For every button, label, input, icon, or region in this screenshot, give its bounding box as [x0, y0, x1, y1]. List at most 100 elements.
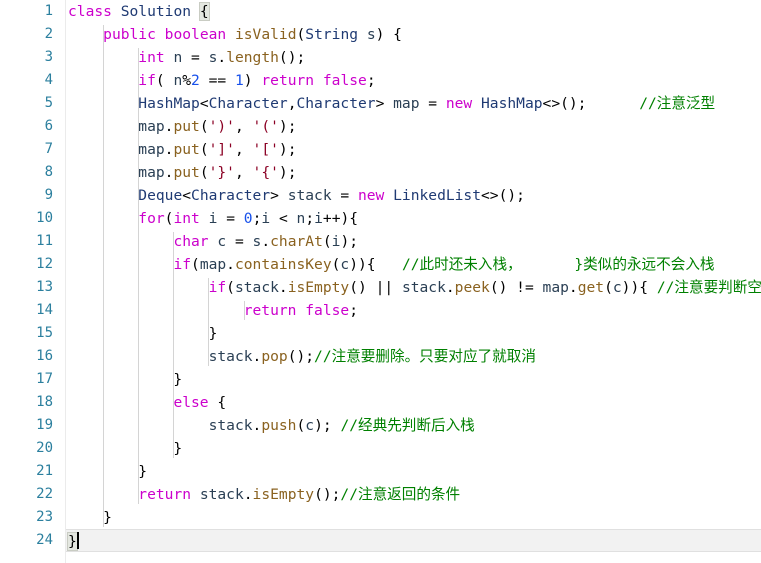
code-line[interactable]: else { [66, 391, 761, 414]
code-token-op: = [331, 187, 358, 204]
line-number-gutter[interactable]: 1 2 3 4 5 6 7 8 9 10 11 12 13 14 15 16 17 18 19 20 21 22 23 24 [0, 0, 66, 563]
code-line[interactable]: stack.pop();//注意要删除。只要对应了就取消 [66, 345, 761, 368]
code-line[interactable]: } [66, 529, 761, 552]
code-token-meth: length [226, 49, 279, 66]
code-token-op [68, 279, 209, 296]
code-line[interactable]: return false; [66, 299, 761, 322]
code-line[interactable]: int n = s.length(); [66, 46, 761, 69]
code-token-cmt: //此时还未入栈， }类似的永远不会入栈 [401, 256, 715, 273]
code-token-type: HashMap [481, 95, 543, 112]
code-token-op [191, 3, 200, 20]
code-token-op: , [234, 164, 253, 181]
code-line[interactable]: if(stack.isEmpty() || stack.peek() != ma… [66, 276, 761, 299]
code-line[interactable]: HashMap<Character,Character> map = new H… [66, 92, 761, 115]
code-line[interactable]: if( n%2 == 1) return false; [66, 69, 761, 92]
code-token-op: . [243, 486, 253, 503]
code-token-chr: '[' [252, 141, 279, 158]
code-token-id: stack [208, 348, 253, 365]
code-token-op [68, 49, 138, 66]
code-token-op [68, 394, 173, 411]
code-token-op [226, 26, 235, 43]
code-token-op: ( [604, 279, 613, 296]
code-line[interactable]: for(int i = 0;i < n;i++){ [66, 207, 761, 230]
code-token-cmt: //注意泛型 [639, 95, 716, 112]
code-token-chr: '}' [208, 164, 235, 181]
matching-brace-highlight: { [198, 2, 210, 21]
code-token-meth: put [173, 141, 200, 158]
code-token-op: } [68, 325, 218, 342]
code-token-op: (); [287, 348, 315, 365]
code-token-op: = [182, 49, 209, 66]
code-token-op: ) [243, 72, 262, 89]
code-token-cmt: //注意要判断空 [656, 279, 761, 296]
code-line[interactable]: } [66, 322, 761, 345]
line-number: 7 [44, 141, 53, 157]
code-token-op: () != [489, 279, 543, 296]
code-line[interactable]: } [66, 460, 761, 483]
code-token-id: stack [401, 279, 446, 296]
code-token-op [68, 118, 138, 135]
code-editor[interactable]: 1 2 3 4 5 6 7 8 9 10 11 12 13 14 15 16 17 18 19 20 21 22 23 24 … [0, 0, 761, 563]
code-line[interactable]: map.put(']', '['); [66, 138, 761, 161]
code-token-op: ( [199, 141, 209, 158]
line-number: 11 [36, 233, 53, 249]
code-token-op: > [270, 187, 288, 204]
code-token-op: ( [226, 279, 235, 296]
code-token-type: Solution [120, 3, 192, 20]
code-token-op: } [68, 440, 183, 457]
code-token-op [112, 3, 121, 20]
code-token-meth: isEmpty [252, 486, 315, 503]
code-line[interactable]: Deque<Character> stack = new LinkedList<… [66, 184, 761, 207]
code-line[interactable]: map.put(')', '('); [66, 115, 761, 138]
code-token-chr: '{' [252, 164, 279, 181]
code-token-op: ; [366, 72, 376, 89]
code-token-op: % [182, 72, 192, 89]
code-token-id: stack [234, 279, 279, 296]
code-token-op: = [226, 233, 253, 250]
code-token-kw: int [138, 49, 165, 66]
line-number: 13 [36, 279, 53, 295]
code-token-op: . [261, 233, 271, 250]
code-token-op: ; [349, 302, 358, 319]
code-token-kw: if [208, 279, 227, 296]
line-number: 12 [36, 256, 53, 272]
line-number: 14 [36, 302, 53, 318]
code-token-id: map [199, 256, 227, 273]
code-token-op [68, 348, 209, 365]
code-line[interactable]: if(map.containsKey(c)){ //此时还未入栈， }类似的永远… [66, 253, 761, 276]
code-token-type: LinkedList [393, 187, 482, 204]
code-token-chr: '(' [252, 118, 279, 135]
matching-brace-highlight: } [67, 532, 78, 551]
code-token-kw: false [305, 302, 350, 319]
code-token-op: . [252, 348, 262, 365]
code-line[interactable]: map.put('}', '{'); [66, 161, 761, 184]
code-token-id: map [138, 118, 165, 135]
line-number: 5 [44, 95, 53, 111]
code-token-id: n [173, 72, 183, 89]
code-line[interactable]: } [66, 506, 761, 529]
code-token-op [296, 302, 305, 319]
code-line[interactable]: class Solution { [66, 0, 761, 23]
code-token-meth: put [173, 164, 200, 181]
code-line[interactable]: public boolean isValid(String s) { [66, 23, 761, 46]
code-line[interactable]: } [66, 368, 761, 391]
code-line[interactable]: return stack.isEmpty();//注意返回的条件 [66, 483, 761, 506]
code-viewport[interactable]: class Solution { public boolean isValid(… [66, 0, 761, 563]
code-token-op: . [217, 49, 227, 66]
code-token-id: c [340, 256, 350, 273]
code-token-op: () || [349, 279, 402, 296]
code-token-kw: char [173, 233, 209, 250]
code-token-id: i [314, 210, 323, 227]
code-token-id: s [366, 26, 376, 43]
code-token-op [68, 95, 138, 112]
code-token-id: stack [199, 486, 244, 503]
code-token-op [472, 95, 481, 112]
code-token-op: . [278, 279, 288, 296]
code-token-meth: isEmpty [287, 279, 350, 296]
code-token-op [314, 72, 323, 89]
code-line[interactable]: stack.push(c); //经典先判断后入栈 [66, 414, 761, 437]
code-line[interactable]: char c = s.charAt(i); [66, 230, 761, 253]
code-token-meth: peek [454, 279, 490, 296]
code-line[interactable]: } [66, 437, 761, 460]
line-number: 3 [44, 49, 53, 65]
